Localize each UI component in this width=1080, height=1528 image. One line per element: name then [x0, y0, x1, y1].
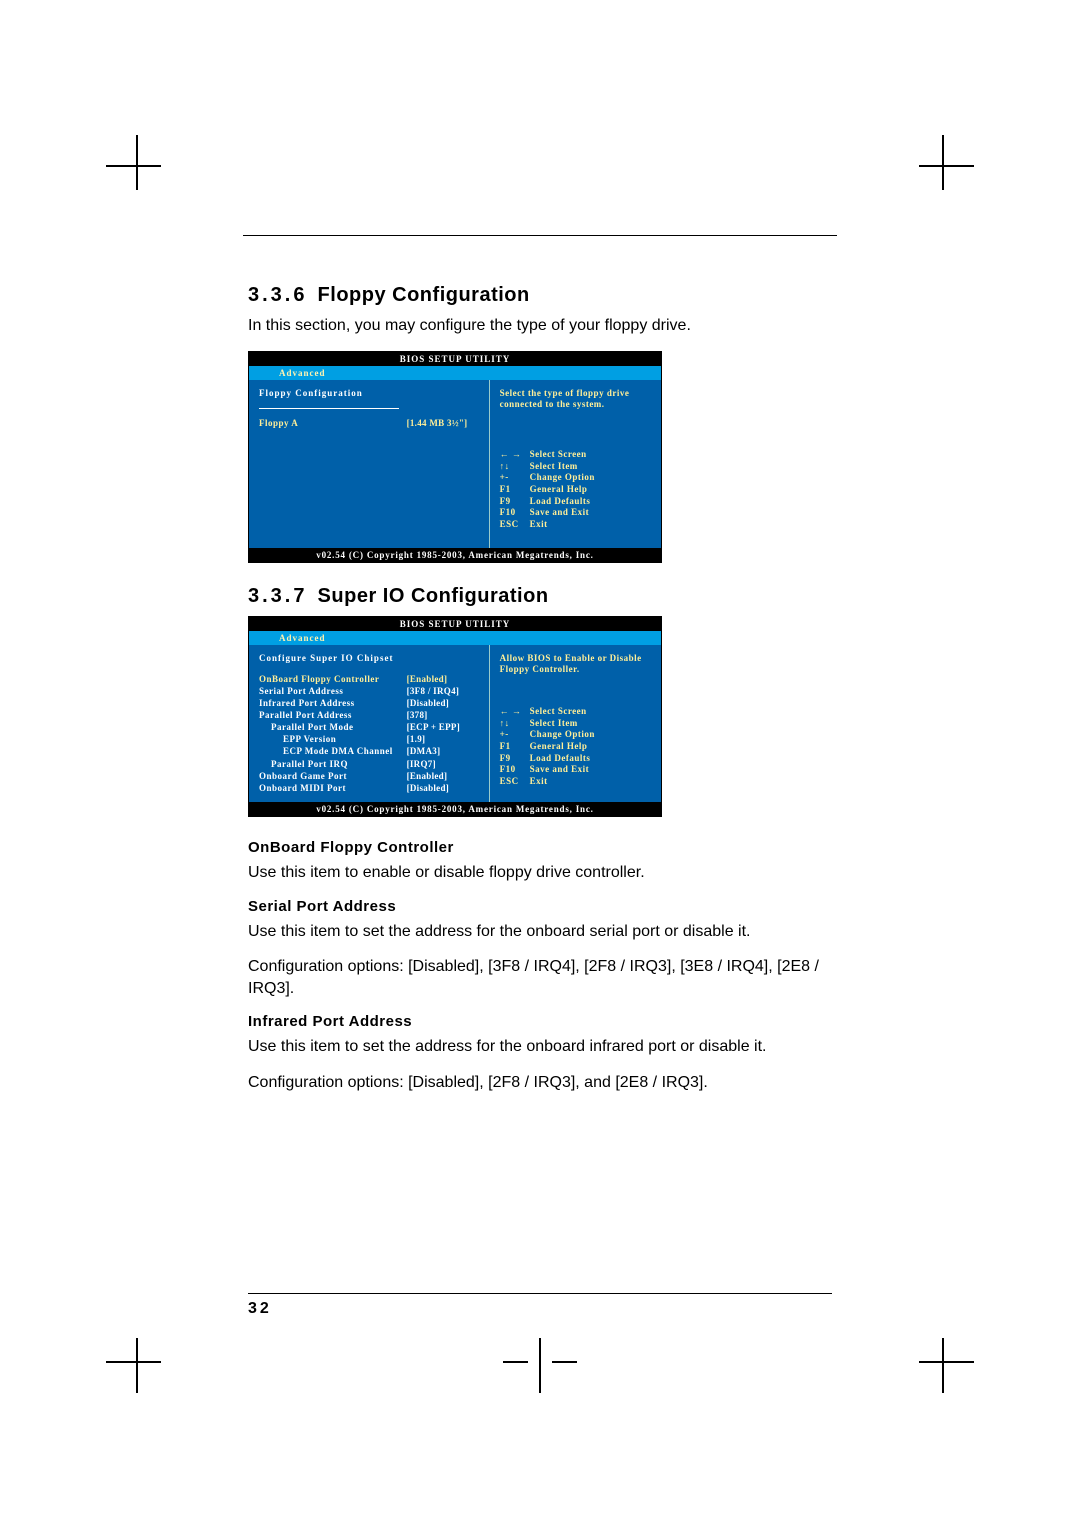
bios-help-panel: Select the type of floppy drive connecte… [490, 380, 661, 548]
bios-footer: v02.54 (C) Copyright 1985-2003, American… [249, 802, 661, 816]
bios-title: BIOS SETUP UTILITY [249, 352, 661, 366]
bios-help-panel: Allow BIOS to Enable or Disable Floppy C… [490, 645, 661, 802]
bios-help-text: Allow BIOS to Enable or Disable Floppy C… [500, 653, 651, 676]
item-body: Configuration options: [Disabled], [3F8 … [248, 956, 832, 999]
item-body: Use this item to set the address for the… [248, 1036, 832, 1058]
item-body: Use this item to set the address for the… [248, 921, 832, 943]
page-number: 32 [248, 1300, 272, 1317]
bios-key-legend: ← →Select Screen ↑↓Select Item +-Change … [500, 449, 651, 531]
bios-item-label: Floppy A [259, 417, 407, 429]
page-footer: 32 [248, 1293, 832, 1318]
item-title-serial-port: Serial Port Address [248, 898, 832, 915]
section-title: Floppy Configuration [318, 284, 530, 306]
item-body: Use this item to enable or disable flopp… [248, 862, 832, 884]
item-title-infrared-port: Infrared Port Address [248, 1013, 832, 1030]
bios-left-panel: Floppy Configuration Floppy A [1.44 MB 3… [249, 380, 490, 548]
bios-tab-advanced: Advanced [249, 366, 661, 380]
bios-screenshot-superio: BIOS SETUP UTILITY Advanced Configure Su… [248, 616, 662, 817]
section-number: 3.3.7 [248, 585, 307, 607]
top-rule [243, 235, 837, 236]
section-number: 3.3.6 [248, 284, 307, 306]
section-heading-floppy: 3.3.6 Floppy Configuration [248, 284, 832, 307]
bios-tab-advanced: Advanced [249, 631, 661, 645]
bios-item-value: [1.44 MB 3½"] [407, 417, 479, 429]
bios-left-panel: Configure Super IO Chipset OnBoard Flopp… [249, 645, 490, 802]
bios-help-text: Select the type of floppy drive connecte… [500, 388, 651, 411]
item-body: Configuration options: [Disabled], [2F8 … [248, 1072, 832, 1094]
bios-footer: v02.54 (C) Copyright 1985-2003, American… [249, 548, 661, 562]
page-content: 3.3.6 Floppy Configuration In this secti… [248, 235, 832, 1108]
section-title: Super IO Configuration [318, 585, 549, 607]
bios-panel-title: Floppy Configuration [259, 388, 479, 400]
section-heading-superio: 3.3.7 Super IO Configuration [248, 585, 832, 608]
section-intro: In this section, you may configure the t… [248, 315, 832, 337]
bios-panel-title: Configure Super IO Chipset [259, 653, 479, 665]
bios-title: BIOS SETUP UTILITY [249, 617, 661, 631]
bios-key-legend: ← →Select Screen ↑↓Select Item +-Change … [500, 706, 651, 788]
item-title-floppy-controller: OnBoard Floppy Controller [248, 839, 832, 856]
bios-screenshot-floppy: BIOS SETUP UTILITY Advanced Floppy Confi… [248, 351, 662, 563]
